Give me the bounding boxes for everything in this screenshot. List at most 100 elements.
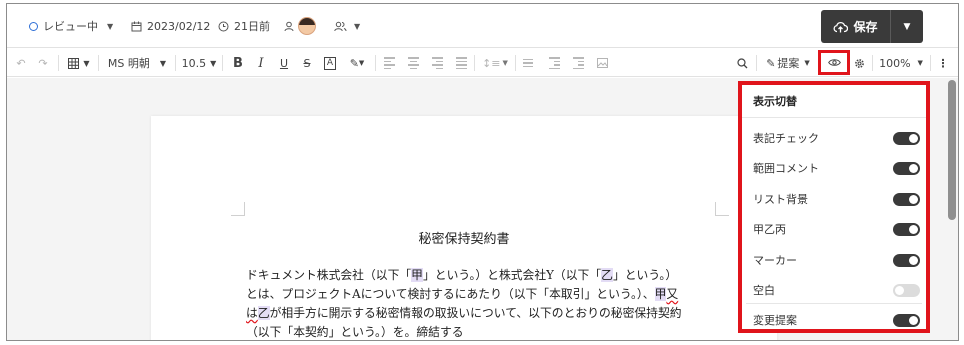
align-justify-icon[interactable] [454, 53, 468, 73]
status-circle-icon [29, 21, 38, 31]
vertical-scrollbar[interactable] [948, 80, 956, 220]
body-line: は乙が相手方に開示する秘密情報の取扱いについて、以下のとおりの秘密保持契約 [246, 306, 682, 320]
chevron-down-icon: ▼ [804, 59, 810, 67]
members-dropdown[interactable]: ▼ [334, 17, 360, 35]
save-options-button[interactable]: ▼ [891, 10, 923, 43]
table-icon [68, 57, 80, 69]
more-options-icon[interactable]: ⋮ [936, 53, 950, 73]
elapsed-display: 21日前 [218, 17, 270, 35]
status-label: レビュー中 [43, 20, 98, 33]
document-page[interactable]: 秘密保持契約書 ドキュメント株式会社（以下「甲」という。）と株式会社Y（以下「乙… [151, 116, 777, 340]
page-margin-mark-left [231, 202, 245, 216]
save-button[interactable]: 保存 [821, 10, 891, 43]
toggle-switch[interactable] [893, 253, 920, 267]
underline-button[interactable]: U [276, 53, 292, 73]
chevron-down-icon: ▼ [107, 21, 114, 31]
toggle-label: 変更提案 [753, 314, 797, 327]
suggest-label: 提案 [777, 57, 800, 70]
date-display: 2023/02/12 [131, 17, 210, 35]
save-label: 保存 [853, 20, 878, 34]
font-family-value: MS 明朝 [107, 57, 150, 70]
chevron-down-icon: ▼ [358, 59, 365, 67]
notation-warning: は [246, 306, 258, 320]
toggle-label: 範囲コメント [753, 162, 819, 175]
strikethrough-button[interactable]: S [299, 53, 315, 73]
calendar-icon [131, 21, 142, 31]
date-text: 2023/02/12 [147, 19, 211, 33]
status-dropdown[interactable]: レビュー中 ▼ [29, 17, 113, 35]
align-right-icon[interactable] [430, 53, 444, 73]
image-icon[interactable] [595, 53, 609, 73]
toggle-label: マーカー [753, 254, 797, 267]
pen-icon: ✎ [349, 56, 359, 70]
app-window: レビュー中 ▼ 2023/02/12 21日前 ▼ 保存 ▼ ↶ ↷ ▼ MS … [6, 3, 959, 341]
toggle-switch[interactable] [893, 131, 920, 145]
align-left-icon[interactable] [382, 53, 396, 73]
formatting-toolbar: ↶ ↷ ▼ MS 明朝 ▼ 10.5 ▼ B I U S A ✎ ▼ ↕≡ ▼ … [7, 49, 958, 77]
edit-icon: ✎ [766, 56, 776, 70]
panel-divider [746, 303, 922, 304]
toggle-switch[interactable] [893, 161, 920, 175]
party-marker: 甲 [654, 287, 667, 301]
display-toggle-panel: 表示切替 表記チェック 範囲コメント リスト背景 甲乙丙 マーカー 空白 変更提… [738, 81, 930, 333]
toggle-switch[interactable] [893, 313, 920, 327]
italic-button[interactable]: I [253, 53, 269, 73]
assignee[interactable] [284, 17, 316, 35]
person-icon [284, 21, 294, 31]
toggle-row-whitespace[interactable]: 空白 [742, 275, 926, 305]
group-icon [334, 21, 347, 31]
toggle-switch[interactable] [893, 283, 920, 297]
line-spacing-menu[interactable]: ↕≡ ▼ [480, 53, 510, 73]
toggle-row-change-suggestion[interactable]: 変更提案 [742, 305, 926, 335]
indent-icon[interactable] [571, 53, 585, 73]
toggle-label: 表記チェック [753, 132, 819, 145]
list-icon[interactable] [521, 53, 535, 73]
table-menu[interactable]: ▼ [64, 53, 94, 73]
outdent-icon[interactable] [547, 53, 561, 73]
toggle-row-party-names[interactable]: 甲乙丙 [742, 214, 926, 244]
body-line: ドキュメント株式会社（以下「甲」という。）と株式会社Y（以下「乙」という。） [246, 268, 678, 282]
undo-icon[interactable]: ↶ [13, 53, 29, 73]
document-body[interactable]: ドキュメント株式会社（以下「甲」という。）と株式会社Y（以下「乙」という。） と… [246, 266, 721, 340]
notation-warning: 又 [666, 287, 679, 301]
search-icon[interactable] [734, 53, 750, 73]
header-bar: レビュー中 ▼ 2023/02/12 21日前 ▼ 保存 ▼ [7, 4, 958, 48]
clock-icon [218, 21, 229, 31]
avatar[interactable] [298, 17, 316, 35]
text-box-button[interactable]: A [322, 53, 338, 73]
line-spacing-icon: ↕≡ [482, 56, 501, 70]
document-title[interactable]: 秘密保持契約書 [151, 228, 777, 247]
toggle-switch[interactable] [893, 192, 920, 206]
elapsed-text: 21日前 [234, 20, 270, 33]
chevron-down-icon: ▼ [917, 59, 923, 67]
zoom-select[interactable]: 100% ▼ [878, 53, 924, 73]
body-line: とは、プロジェクトAについて検討するにあたり（以下「本取引」という。）、甲又 [246, 287, 679, 301]
font-size-select[interactable]: 10.5 ▼ [181, 53, 217, 73]
bold-button[interactable]: B [230, 53, 246, 73]
toggle-row-list-background[interactable]: リスト背景 [742, 184, 926, 214]
chevron-down-icon: ▼ [502, 59, 508, 67]
zoom-value: 100% [879, 56, 911, 70]
chevron-down-icon: ▼ [354, 21, 361, 31]
toggle-switch[interactable] [893, 222, 920, 236]
party-marker: 乙 [601, 268, 613, 282]
display-toggle-button[interactable] [818, 50, 850, 75]
panel-title: 表示切替 [742, 85, 926, 118]
highlight-pen-menu[interactable]: ✎ ▼ [344, 53, 370, 73]
align-center-icon[interactable] [406, 53, 420, 73]
cloud-upload-icon [834, 21, 849, 32]
toggle-row-marker[interactable]: マーカー [742, 245, 926, 275]
chevron-down-icon: ▼ [83, 58, 90, 68]
suggest-mode-menu[interactable]: ✎ 提案 ▼ [762, 53, 814, 73]
toggle-label: リスト背景 [753, 193, 808, 206]
redo-icon[interactable]: ↷ [35, 53, 51, 73]
toggle-label: 甲乙丙 [753, 223, 786, 236]
toggle-row-range-comment[interactable]: 範囲コメント [742, 153, 926, 183]
body-line: （以下「本契約」という。）を。締結する [246, 325, 464, 339]
toggle-row-notation-check[interactable]: 表記チェック [742, 123, 926, 153]
chevron-down-icon: ▼ [210, 58, 217, 68]
font-size-value: 10.5 [181, 56, 207, 70]
boxed-a-label: A [323, 56, 337, 70]
gear-icon[interactable] [852, 53, 866, 73]
font-family-select[interactable]: MS 明朝 ▼ [104, 53, 170, 73]
